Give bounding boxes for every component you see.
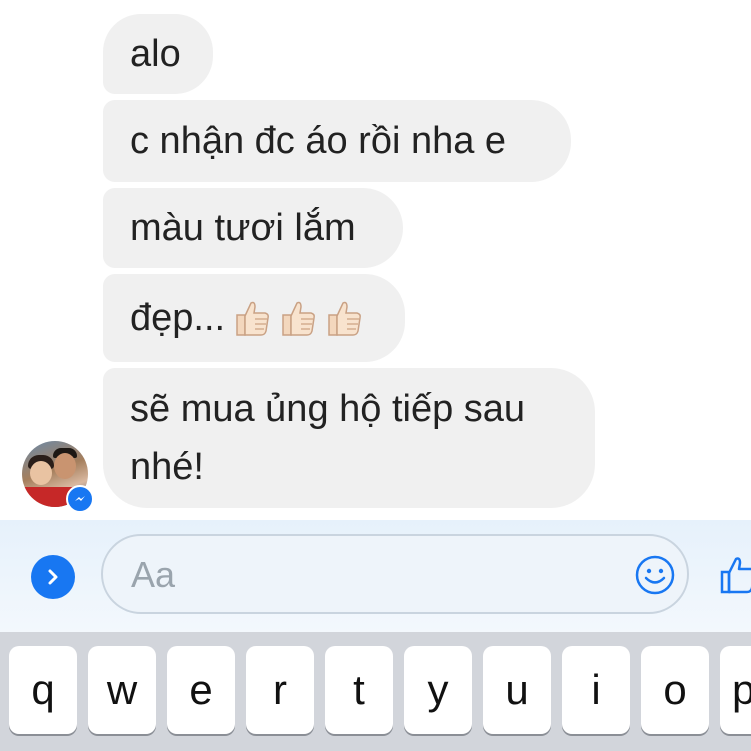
key-w[interactable]: w [88, 646, 156, 734]
emoji-group [231, 297, 365, 339]
thumbs-up-icon [236, 301, 270, 336]
chevron-right-icon [48, 569, 58, 585]
message-bubble[interactable]: sẽ mua ủng hộ tiếp sau nhé! [103, 368, 595, 508]
message-text: màu tươi lắm [130, 207, 356, 249]
message-input[interactable] [129, 546, 623, 604]
key-y[interactable]: y [404, 646, 472, 734]
message-bubble[interactable]: màu tươi lắm [103, 188, 403, 268]
message-text: alo [130, 33, 181, 75]
key-o[interactable]: o [641, 646, 709, 734]
key-i[interactable]: i [562, 646, 630, 734]
message-bubble[interactable]: đẹp... [103, 274, 405, 362]
key-r[interactable]: r [246, 646, 314, 734]
key-u[interactable]: u [483, 646, 551, 734]
message-bubble[interactable]: alo [103, 14, 213, 94]
message-text: c nhận đc áo rồi nha e [130, 120, 507, 162]
message-text: đẹp... [130, 297, 226, 339]
key-e[interactable]: e [167, 646, 235, 734]
thumbs-up-icon [328, 301, 362, 336]
key-q[interactable]: q [9, 646, 77, 734]
key-p[interactable]: p [720, 646, 751, 734]
messenger-icon [66, 485, 94, 513]
key-t[interactable]: t [325, 646, 393, 734]
like-icon[interactable] [718, 552, 751, 596]
message-input-field[interactable] [101, 534, 689, 614]
thumbs-up-icon [282, 301, 316, 336]
message-bubble[interactable]: c nhận đc áo rồi nha e [103, 100, 571, 182]
message-text: sẽ mua ủng hộ tiếp sau nhé! [130, 388, 526, 488]
smiley-icon[interactable] [634, 554, 676, 596]
expand-button[interactable] [31, 555, 75, 599]
